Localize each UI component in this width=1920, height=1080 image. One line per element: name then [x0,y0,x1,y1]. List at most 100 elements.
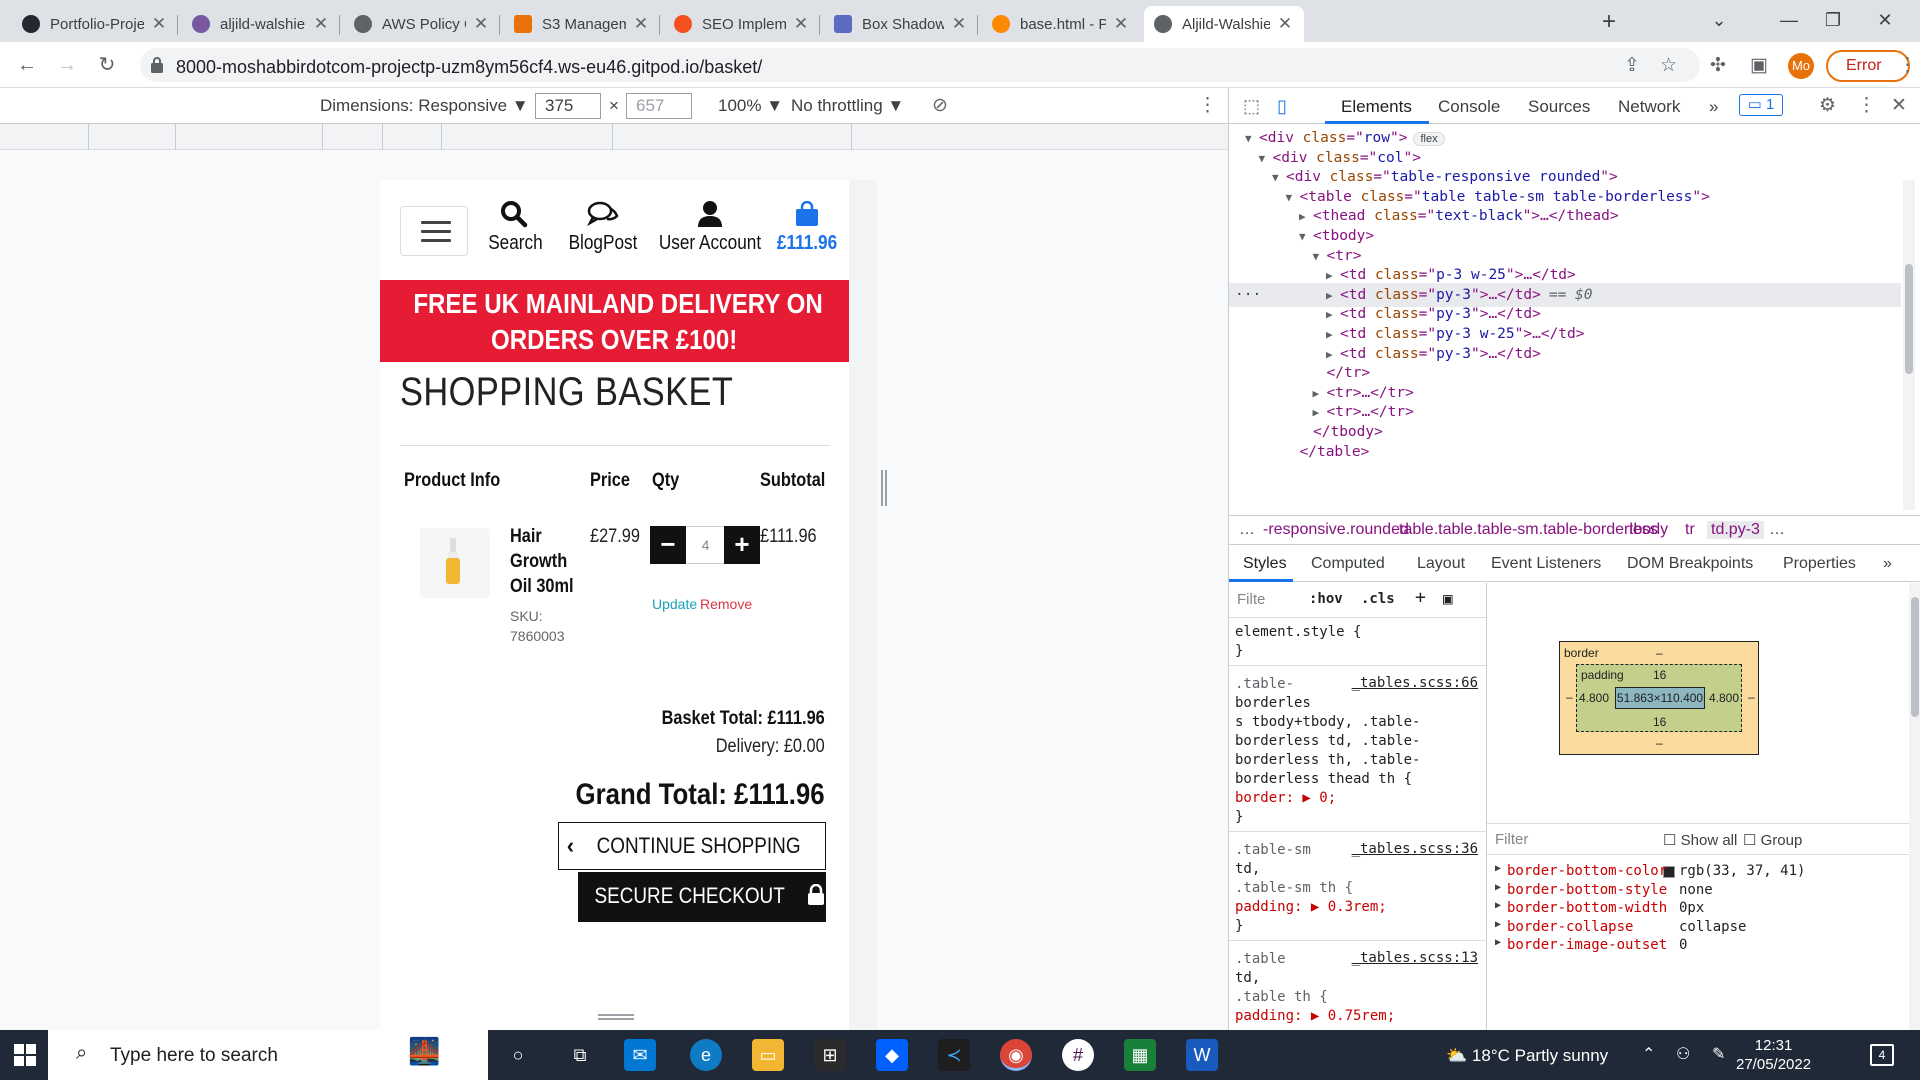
style-rule-line[interactable]: s tbody+tbody, .table- [1235,713,1420,732]
computed-property-name[interactable]: border-image-outset [1507,937,1667,953]
browser-tab[interactable]: AWS Policy Gener ✕ [344,6,500,42]
close-devtools-icon[interactable]: ✕ [1891,94,1907,117]
decrement-qty-button[interactable]: − [650,526,686,564]
style-rule-line[interactable]: } [1235,642,1243,661]
dom-tree[interactable]: ▼ <div class="row"> flex ▼ <div class="col">… [1229,126,1901,515]
computed-scrollbar[interactable] [1909,583,1920,1030]
style-rule-line[interactable]: .table th { [1235,988,1328,1007]
device-toggle-icon[interactable]: ▯ [1277,96,1287,117]
bookmark-star-icon[interactable]: ☆ [1660,54,1677,77]
close-tab-icon[interactable]: ✕ [1112,14,1130,34]
tab-sources[interactable]: Sources [1528,97,1590,117]
close-tab-icon[interactable]: ✕ [792,14,810,34]
style-rule-line[interactable]: borderless th, .table- [1235,751,1420,770]
slack-icon[interactable]: # [1062,1039,1094,1071]
subtab-properties[interactable]: Properties [1783,555,1856,573]
style-rule-line[interactable]: padding: ▶ 0.75rem; [1235,1007,1395,1026]
expand-toggle-icon[interactable]: ▼ [1245,127,1259,151]
edge-icon[interactable]: e [690,1039,722,1071]
chrome-icon[interactable]: ◉ [1000,1039,1032,1071]
new-rule-icon[interactable]: + [1415,587,1426,608]
zoom-select[interactable]: 100% ▼ [718,96,783,116]
more-menu-icon[interactable]: ⋮ [1898,54,1917,77]
style-source-link[interactable]: _tables.scss:36 [1352,841,1478,857]
subtab-layout[interactable]: Layout [1417,555,1465,573]
product-image[interactable] [420,528,490,598]
expand-toggle-icon[interactable]: ▼ [1286,186,1300,210]
expand-toggle-icon[interactable]: ▶ [1495,863,1501,874]
breadcrumb-item[interactable]: tr [1685,521,1695,539]
dropbox-icon[interactable]: ◆ [876,1039,908,1071]
maximize-icon[interactable]: ❐ [1810,6,1856,34]
subtab-dom-breakpoints[interactable]: DOM Breakpoints [1627,555,1753,573]
style-rule-line[interactable]: } [1235,917,1243,936]
expand-toggle-icon[interactable]: ▶ [1495,919,1501,930]
system-clock[interactable]: 12:31 27/05/2022 [1736,1036,1811,1074]
dimensions-select[interactable]: Dimensions: Responsive ▼ [320,96,529,116]
minimize-icon[interactable]: — [1766,6,1812,34]
node-actions-icon[interactable]: ··· [1235,283,1261,307]
close-tab-icon[interactable]: ✕ [150,14,168,34]
show-all-checkbox[interactable]: ☐ Show all [1663,831,1737,849]
tab-elements[interactable]: Elements [1341,97,1412,117]
more-tabs-icon[interactable]: » [1709,97,1718,117]
more-subtabs-icon[interactable]: » [1883,555,1892,573]
viewport-resize-handle-bottom[interactable] [598,1014,634,1020]
group-checkbox[interactable]: ☐ Group [1743,831,1802,849]
settings-gear-icon[interactable]: ⚙ [1819,94,1836,117]
computed-filter-input[interactable]: Filter [1495,831,1528,848]
style-rule-line[interactable]: borderles [1235,694,1311,713]
breadcrumb-item[interactable]: … [1239,521,1255,539]
reload-icon[interactable]: ↻ [92,50,122,80]
nav-user-account[interactable]: User Account [650,198,770,255]
breadcrumb-item[interactable]: tbody [1629,521,1668,539]
side-panel-icon[interactable]: ▣ [1750,54,1768,77]
viewport-width-input[interactable]: 375 [535,93,601,119]
hov-toggle[interactable]: :hov [1309,591,1343,607]
style-source-link[interactable]: _tables.scss:13 [1352,950,1478,966]
expand-toggle-icon[interactable]: ▼ [1272,166,1286,190]
style-rule-line[interactable]: .table [1235,950,1286,969]
expand-toggle-icon[interactable]: ▶ [1495,900,1501,911]
style-rule-line[interactable]: borderless td, .table- [1235,732,1420,751]
style-rule-line[interactable]: .table-sm th { [1235,879,1353,898]
close-tab-icon[interactable]: ✕ [312,14,330,34]
task-view-icon[interactable]: ⧉ [564,1039,596,1071]
mail-icon[interactable]: ✉ [624,1039,656,1071]
dom-node[interactable]: </table> [1286,440,1370,464]
browser-tab[interactable]: SEO Implementat ✕ [664,6,820,42]
style-source-link[interactable]: _tables.scss:66 [1352,675,1478,691]
computed-property-name[interactable]: border-bottom-color [1507,863,1667,879]
style-rule-line[interactable]: .table- [1235,675,1294,694]
pen-icon[interactable]: ✎ [1712,1044,1725,1064]
continue-shopping-button[interactable]: ‹ CONTINUE SHOPPING [558,822,826,870]
expand-toggle-icon[interactable]: ▼ [1259,147,1273,171]
subtab-computed[interactable]: Computed [1311,555,1385,573]
devtools-menu-icon[interactable]: ⋮ [1857,94,1876,117]
url-text[interactable]: 8000-moshabbirdotcom-projectp-uzm8ym56cf… [176,57,762,78]
nav-blogpost[interactable]: BlogPost [558,198,648,255]
media-query-ruler[interactable] [0,124,1228,150]
tray-app-icon[interactable]: ⚇ [1676,1044,1690,1064]
inspect-element-icon[interactable]: ⬚ [1243,96,1260,117]
style-rule-line[interactable]: td, [1235,969,1260,988]
word-icon[interactable]: W [1186,1039,1218,1071]
browser-tab[interactable]: S3 Management (✕ [504,6,660,42]
windows-start-icon[interactable] [14,1044,36,1071]
subtab-event-listeners[interactable]: Event Listeners [1491,555,1601,573]
back-icon[interactable]: ← [12,50,42,80]
vscode-icon[interactable]: ≺ [938,1039,970,1071]
style-rule-line[interactable]: } [1235,808,1243,827]
computed-property-name[interactable]: border-bottom-style [1507,882,1667,898]
breadcrumb-item[interactable]: … [1769,521,1785,539]
lock-icon[interactable] [150,56,164,79]
flex-badge[interactable]: flex [1413,132,1445,146]
profile-avatar[interactable]: Mo [1788,53,1814,79]
styles-filter-input[interactable]: Filte [1237,591,1265,608]
weather-widget[interactable]: ⛅ 18°C Partly sunny [1446,1046,1608,1066]
close-window-icon[interactable]: ✕ [1862,6,1908,34]
browser-tab[interactable]: Aljild-Walshier ✕ [1144,6,1304,42]
secure-checkout-button[interactable]: SECURE CHECKOUT [578,872,826,922]
taskbar-search-box[interactable]: ⌕ Type here to search 🌉 [48,1030,488,1080]
style-rule-line[interactable]: td, [1235,860,1260,879]
